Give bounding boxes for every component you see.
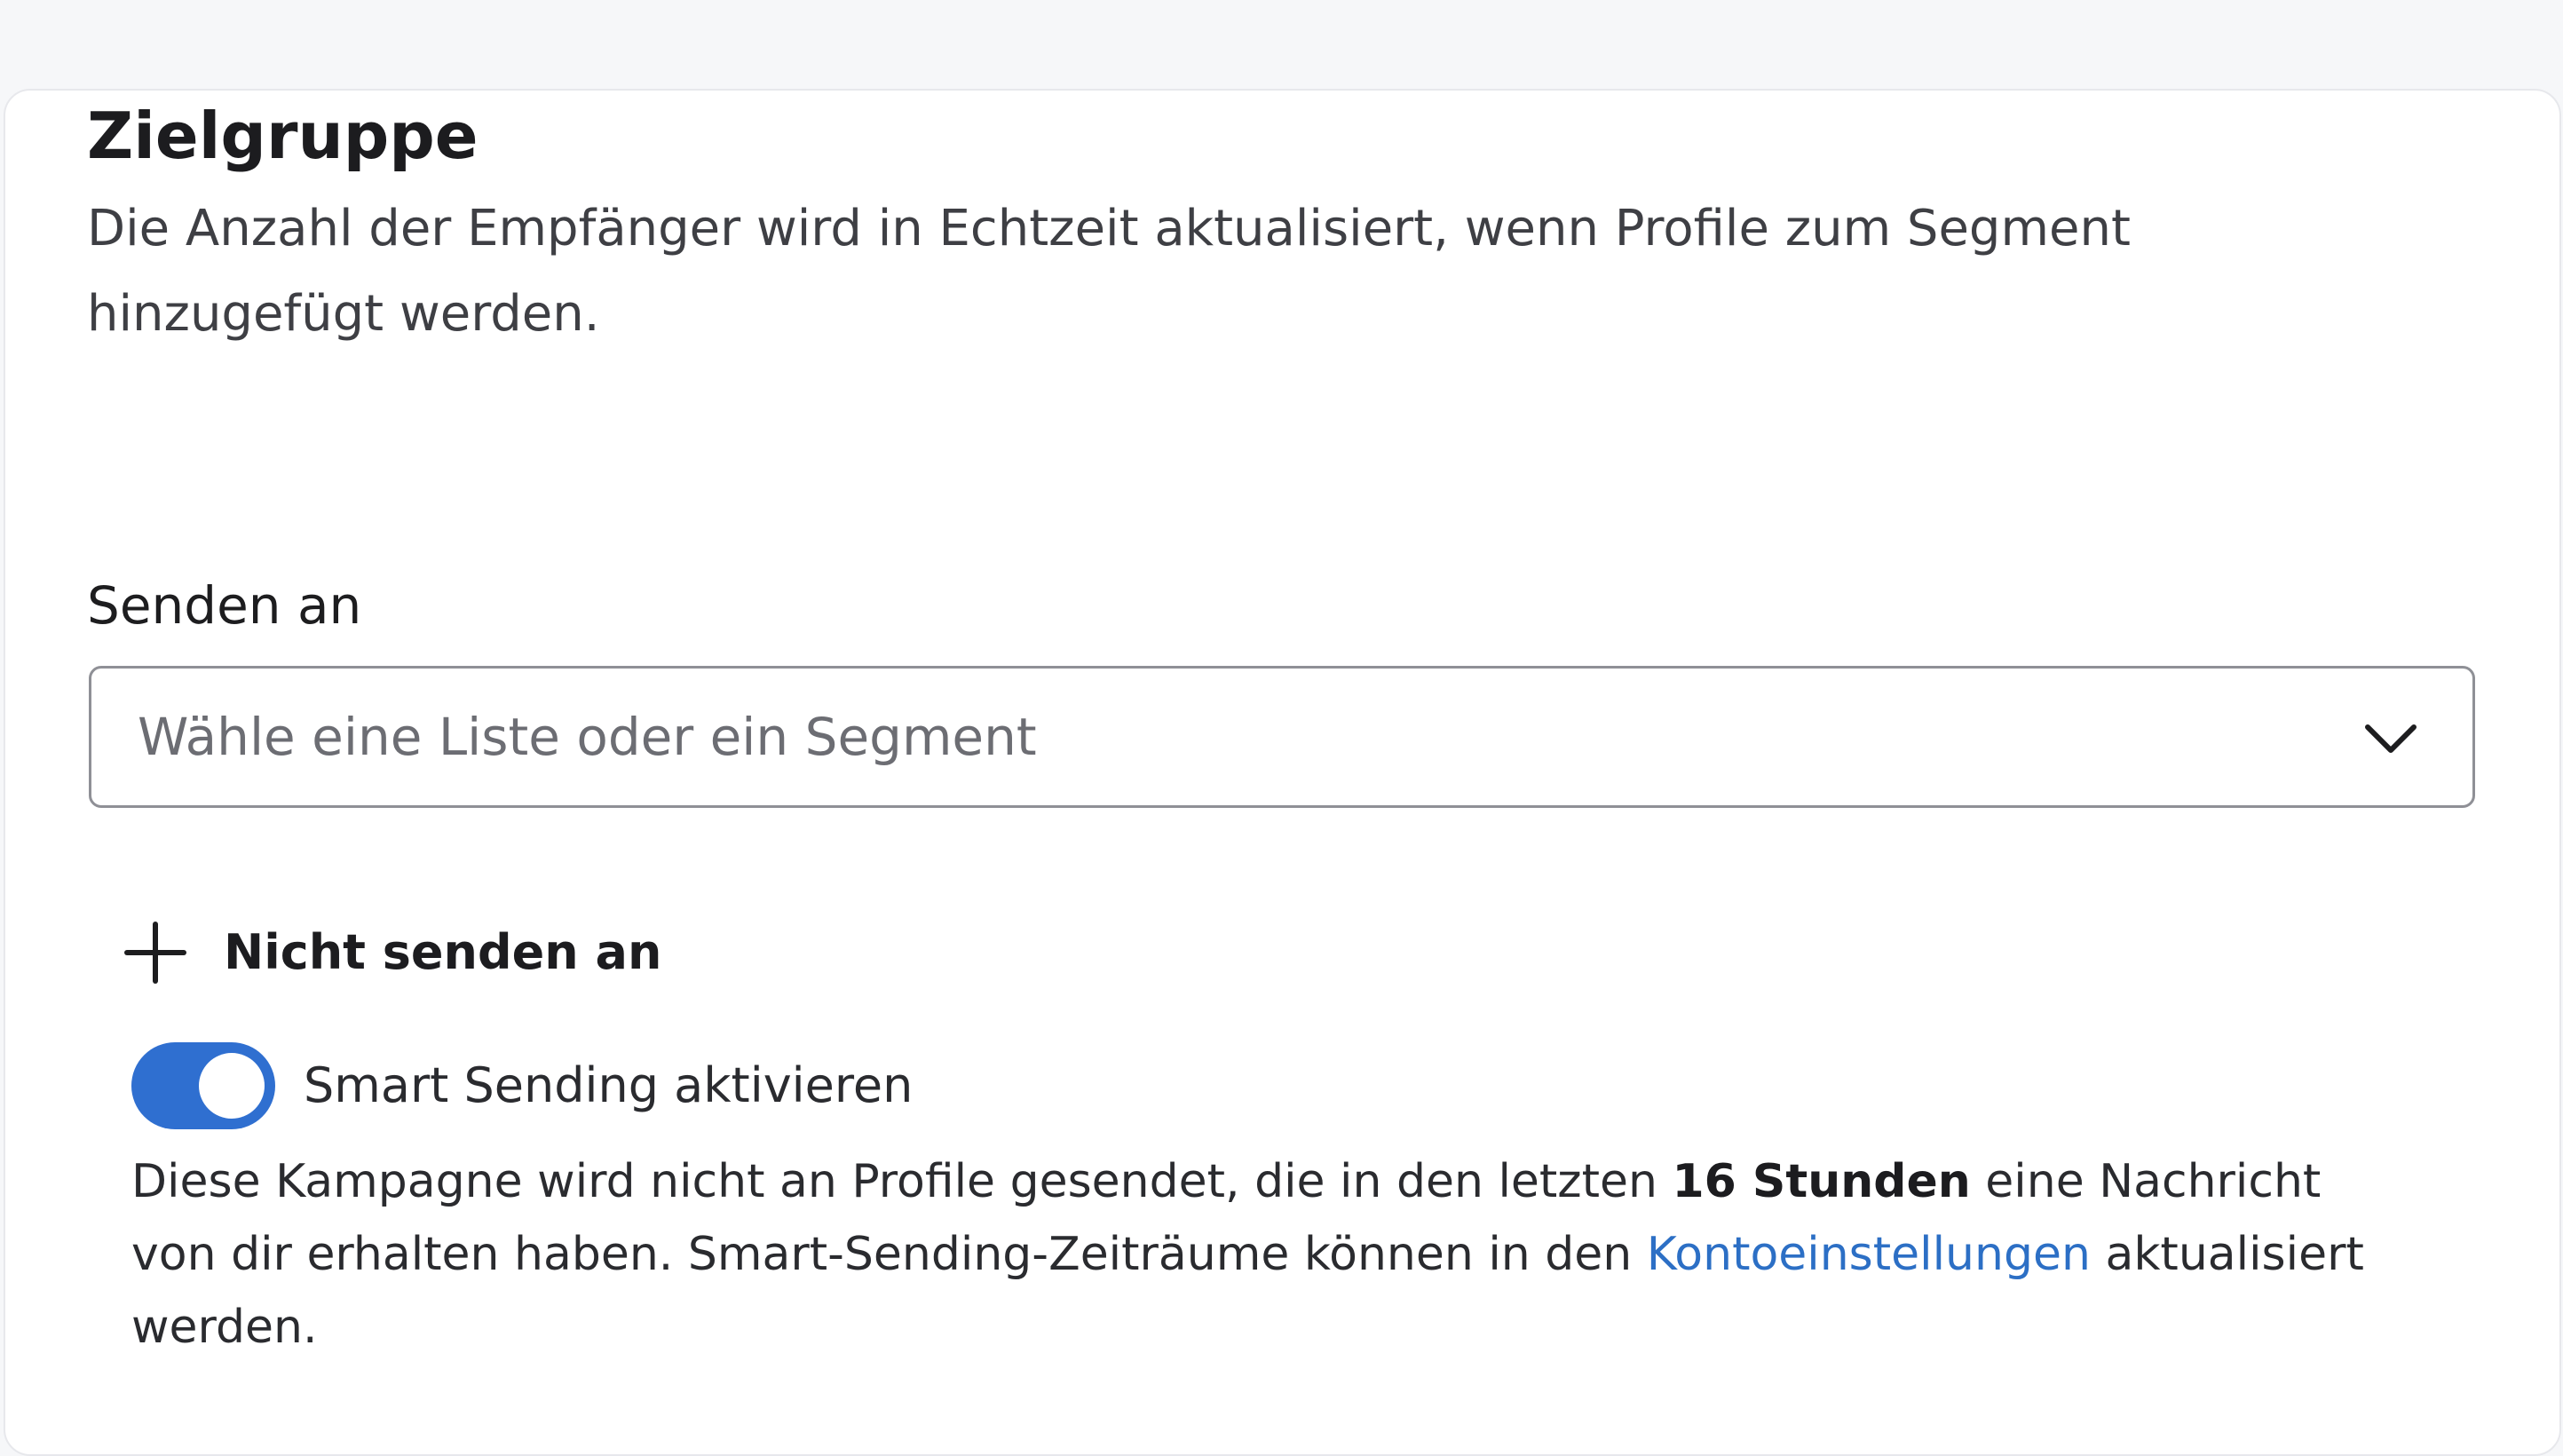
smart-sending-note: Diese Kampagne wird nicht an Profile ges… bbox=[131, 1145, 2404, 1364]
send-to-label: Senden an bbox=[87, 575, 362, 636]
note-duration: 16 Stunden bbox=[1672, 1155, 1971, 1208]
section-title: Zielgruppe bbox=[87, 99, 479, 173]
send-to-placeholder: Wähle eine Liste oder ein Segment bbox=[138, 707, 1037, 767]
chevron-down-icon bbox=[2365, 724, 2417, 753]
note-prefix: Diese Kampagne wird nicht an Profile ges… bbox=[131, 1155, 1673, 1208]
smart-sending-label: Smart Sending aktivieren bbox=[304, 1057, 914, 1113]
toggle-knob bbox=[199, 1053, 265, 1119]
account-settings-link[interactable]: Kontoeinstellungen bbox=[1647, 1228, 2091, 1281]
plus-icon bbox=[124, 922, 186, 984]
send-to-select[interactable]: Wähle eine Liste oder ein Segment bbox=[89, 666, 2475, 808]
smart-sending-toggle[interactable] bbox=[131, 1042, 275, 1129]
do-not-send-button[interactable]: Nicht senden an bbox=[124, 913, 661, 993]
do-not-send-label: Nicht senden an bbox=[224, 924, 662, 980]
section-description: Die Anzahl der Empfänger wird in Echtzei… bbox=[87, 200, 2131, 343]
